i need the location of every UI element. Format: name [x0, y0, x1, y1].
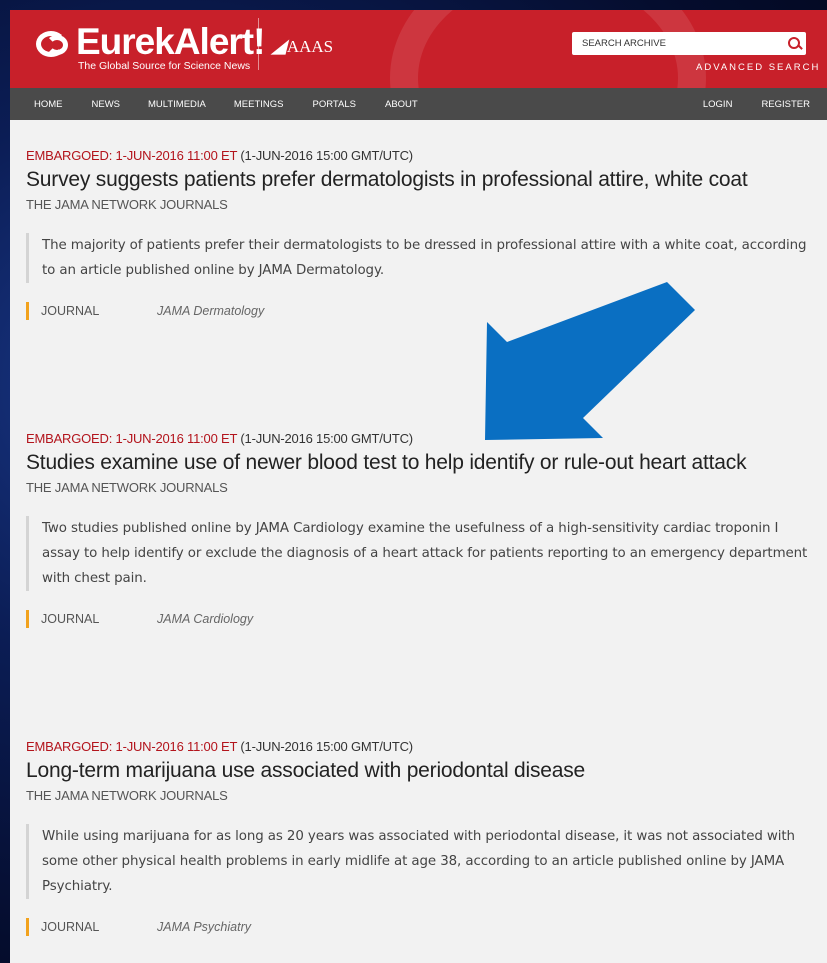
nav-register[interactable]: REGISTER: [761, 99, 810, 110]
journal-marker: [26, 302, 29, 320]
journal-name: JAMA Dermatology: [157, 304, 265, 318]
nav-login[interactable]: LOGIN: [703, 99, 733, 110]
embargo-line: EMBARGOED: 1-JUN-2016 11:00 ET (1-JUN-20…: [26, 739, 816, 754]
main-nav: HOME NEWS MULTIMEDIA MEETINGS PORTALS AB…: [10, 88, 827, 120]
advanced-search-link[interactable]: ADVANCED SEARCH: [696, 62, 820, 73]
logo-tagline: The Global Source for Science News: [78, 60, 251, 72]
embargo-gmt: (1-JUN-2016 15:00 GMT/UTC): [240, 739, 413, 754]
aaas-text: AAAS: [286, 36, 334, 56]
journal-marker: [26, 610, 29, 628]
news-title-link[interactable]: Survey suggests patients prefer dermatol…: [26, 167, 816, 193]
journal-row: JOURNAL JAMA Cardiology: [26, 610, 816, 628]
journal-label: JOURNAL: [41, 920, 100, 934]
logo-swirl-icon: [36, 29, 70, 57]
nav-meetings[interactable]: MEETINGS: [234, 99, 284, 110]
news-item: EMBARGOED: 1-JUN-2016 11:00 ET (1-JUN-20…: [26, 148, 816, 320]
logo-text: EurekAlert!: [76, 21, 265, 62]
page: EurekAlert! The Global Source for Scienc…: [10, 10, 827, 963]
embargo-line: EMBARGOED: 1-JUN-2016 11:00 ET (1-JUN-20…: [26, 431, 816, 446]
embargo-date: EMBARGOED: 1-JUN-2016 11:00 ET: [26, 148, 237, 163]
news-item: EMBARGOED: 1-JUN-2016 11:00 ET (1-JUN-20…: [26, 739, 816, 936]
news-title-link[interactable]: Studies examine use of newer blood test …: [26, 450, 816, 476]
journal-row: JOURNAL JAMA Dermatology: [26, 302, 816, 320]
search-input[interactable]: [572, 37, 764, 50]
nav-portals[interactable]: PORTALS: [313, 99, 356, 110]
news-summary: While using marijuana for as long as 20 …: [26, 824, 816, 899]
news-summary: Two studies published online by JAMA Car…: [26, 516, 816, 591]
search-archive-box: [572, 32, 806, 55]
embargo-date: EMBARGOED: 1-JUN-2016 11:00 ET: [26, 739, 237, 754]
nav-news[interactable]: NEWS: [92, 99, 121, 110]
journal-row: JOURNAL JAMA Psychiatry: [26, 918, 816, 936]
journal-label: JOURNAL: [41, 304, 100, 318]
journal-marker: [26, 918, 29, 936]
nav-left-group: HOME NEWS MULTIMEDIA MEETINGS PORTALS AB…: [34, 88, 418, 120]
news-summary: The majority of patients prefer their de…: [26, 233, 816, 283]
journal-label: JOURNAL: [41, 612, 100, 626]
embargo-line: EMBARGOED: 1-JUN-2016 11:00 ET (1-JUN-20…: [26, 148, 816, 163]
nav-multimedia[interactable]: MULTIMEDIA: [148, 99, 206, 110]
embargo-gmt: (1-JUN-2016 15:00 GMT/UTC): [240, 148, 413, 163]
nav-right-group: LOGIN REGISTER: [703, 88, 810, 120]
site-header: EurekAlert! The Global Source for Scienc…: [10, 10, 827, 88]
nav-about[interactable]: ABOUT: [385, 99, 418, 110]
nav-home[interactable]: HOME: [34, 99, 63, 110]
news-source: THE JAMA NETWORK JOURNALS: [26, 197, 228, 212]
news-item: EMBARGOED: 1-JUN-2016 11:00 ET (1-JUN-20…: [26, 431, 816, 628]
aaas-mark-icon: ◢: [272, 36, 286, 56]
news-source: THE JAMA NETWORK JOURNALS: [26, 480, 228, 495]
blue-arrow-annotation: [485, 282, 695, 440]
search-icon[interactable]: [784, 32, 806, 55]
journal-name: JAMA Psychiatry: [157, 920, 252, 934]
news-title-link[interactable]: Long-term marijuana use associated with …: [26, 758, 816, 784]
site-logo[interactable]: EurekAlert! The Global Source for Scienc…: [36, 21, 265, 72]
journal-name: JAMA Cardiology: [157, 612, 254, 626]
news-source: THE JAMA NETWORK JOURNALS: [26, 788, 228, 803]
arrow-shape: [485, 282, 695, 440]
aaas-logo[interactable]: ◢ AAAS: [272, 36, 333, 57]
header-divider: [258, 18, 259, 70]
embargo-date: EMBARGOED: 1-JUN-2016 11:00 ET: [26, 431, 237, 446]
embargo-gmt: (1-JUN-2016 15:00 GMT/UTC): [240, 431, 413, 446]
